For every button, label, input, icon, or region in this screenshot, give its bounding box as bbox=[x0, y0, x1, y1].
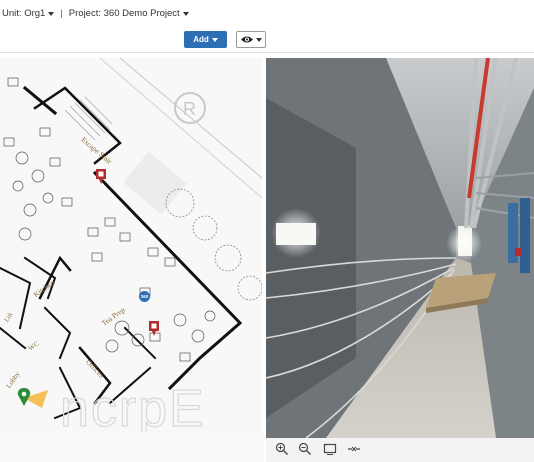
unit-value: Org1 bbox=[24, 8, 46, 19]
fit-screen-icon[interactable] bbox=[323, 442, 337, 456]
chevron-down-icon bbox=[182, 11, 189, 16]
collapse-icon[interactable] bbox=[347, 442, 361, 456]
eye-icon bbox=[241, 36, 253, 43]
panorama-image bbox=[266, 58, 534, 438]
floor-plan-drawing: R ncrpE bbox=[0, 58, 262, 432]
pano-point-badge[interactable]: 360 bbox=[139, 291, 150, 302]
top-bar: Unit: Org1 | Project: 360 Demo Project bbox=[0, 0, 534, 28]
floor-plan-view[interactable]: R ncrpE Escape Stair Kitchen Tea Prep WC… bbox=[0, 58, 262, 432]
add-button-label: Add bbox=[193, 35, 209, 44]
pano-point-badge-label: 360 bbox=[140, 294, 149, 299]
unit-selector[interactable]: Unit: Org1 bbox=[2, 8, 55, 19]
chevron-down-icon bbox=[48, 11, 55, 16]
panorama-toolbar bbox=[266, 438, 534, 462]
zoom-out-icon[interactable] bbox=[298, 442, 312, 456]
zoom-in-icon[interactable] bbox=[275, 442, 289, 456]
toolbar: Add bbox=[0, 27, 534, 53]
project-label: Project: bbox=[68, 8, 101, 19]
project-value: 360 Demo Project bbox=[103, 8, 180, 19]
capture-marker-icon[interactable] bbox=[94, 168, 108, 186]
chevron-down-icon bbox=[211, 37, 218, 42]
add-button[interactable]: Add bbox=[184, 31, 227, 48]
separator: | bbox=[60, 8, 63, 19]
view-toggle-button[interactable] bbox=[236, 31, 266, 48]
plan-footer bbox=[0, 432, 264, 462]
unit-label: Unit: bbox=[2, 8, 22, 19]
panorama-viewer[interactable] bbox=[266, 58, 534, 438]
current-location-pin-icon[interactable] bbox=[12, 386, 52, 416]
project-selector[interactable]: Project: 360 Demo Project bbox=[69, 8, 189, 19]
svg-text:ncrpE: ncrpE bbox=[60, 380, 206, 432]
capture-marker-icon[interactable] bbox=[147, 320, 161, 338]
svg-text:R: R bbox=[183, 99, 196, 119]
chevron-down-icon bbox=[256, 37, 262, 42]
